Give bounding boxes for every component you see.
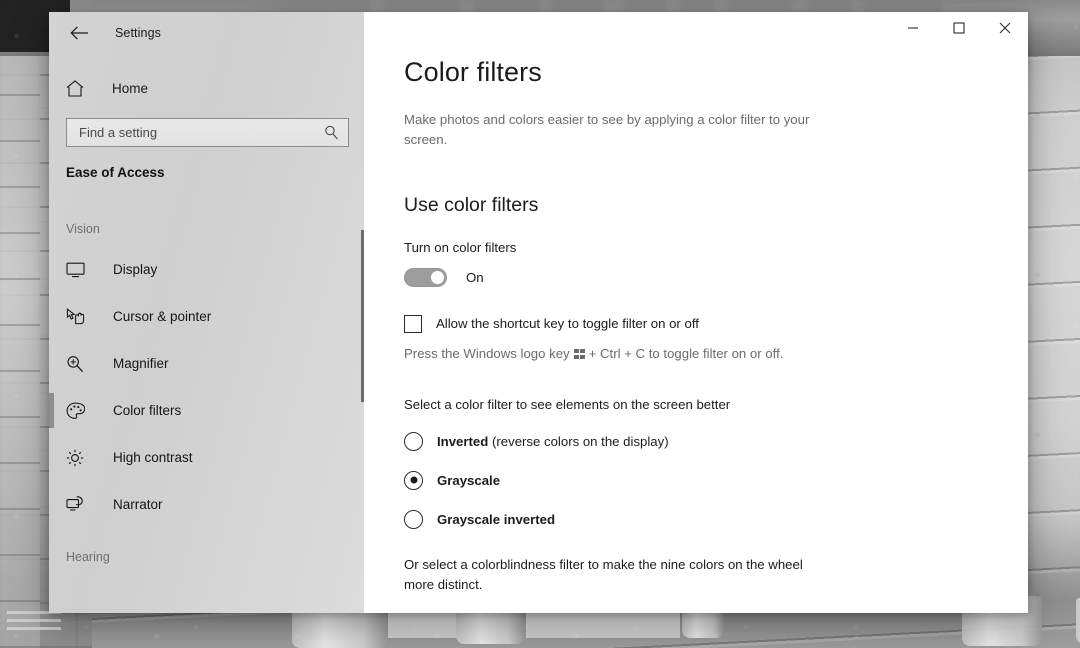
magnifier-icon [66,355,92,373]
shortcut-hint-after: + Ctrl + C to toggle filter on or off. [588,345,784,361]
radio-inverted-label: Inverted (reverse colors on the display) [437,434,669,449]
search-input[interactable] [77,124,324,141]
category-heading: Ease of Access [66,165,165,180]
toggle-knob [431,270,444,284]
sidebar-item-magnifier-label: Magnifier [113,356,169,371]
radio-grayscale-inverted[interactable] [404,509,423,529]
window-title: Settings [115,26,161,40]
minimize-button[interactable] [890,12,936,44]
radio-grayscale-label: Grayscale [437,473,500,488]
radio-option-inverted[interactable]: Inverted (reverse colors on the display) [404,431,988,451]
nav-list: Display Cursor & pointer Magnifier Color… [49,246,364,528]
nav-item-home-label: Home [112,80,149,96]
sidebar-item-magnifier[interactable]: Magnifier [49,340,364,387]
radio-grayscale-name: Grayscale [437,472,501,488]
search-icon[interactable] [324,125,342,140]
shortcut-checkbox-row[interactable]: Allow the shortcut key to toggle filter … [404,314,988,333]
sidebar-item-cursor-pointer[interactable]: Cursor & pointer [49,293,364,340]
nav-group-label-hearing: Hearing [66,550,110,564]
sidebar-item-narrator-label: Narrator [113,497,163,512]
page-description: Make photos and colors easier to see by … [404,112,810,148]
radio-option-grayscale[interactable]: Grayscale [404,470,988,490]
monitor-icon [66,262,92,278]
palette-icon [66,402,92,420]
back-arrow-icon[interactable] [64,20,94,46]
nav-item-home[interactable]: Home [66,73,364,103]
navigation-pane: Settings Home Ease of Access Vision [49,12,364,613]
home-icon [66,79,92,97]
sidebar-item-color-filters-label: Color filters [113,403,182,418]
radio-option-grayscale-inverted[interactable]: Grayscale inverted [404,509,988,529]
nav-titlebar: Settings [49,12,364,54]
shortcut-hint-before: Press the Windows logo key [404,345,570,361]
brightness-icon [66,449,92,467]
radio-grayscale-inverted-name: Grayscale inverted [437,511,556,527]
filter-select-prompt: Select a color filter to see elements on… [404,396,731,412]
settings-window: Settings Home Ease of Access Vision [49,12,1028,613]
sidebar-item-narrator[interactable]: Narrator [49,481,364,528]
windows-logo-icon [573,349,585,360]
nav-group-label-vision: Vision [66,222,100,236]
narrator-icon [66,496,92,513]
sidebar-item-color-filters[interactable]: Color filters [49,387,364,434]
shortcut-checkbox[interactable] [404,314,422,333]
search-box[interactable] [66,118,349,147]
radio-grayscale-inverted-label: Grayscale inverted [437,512,555,527]
radio-grayscale[interactable] [404,470,423,490]
shortcut-checkbox-label: Allow the shortcut key to toggle filter … [436,316,699,332]
window-caption-bar [364,12,1028,56]
toggle-label: Turn on color filters [404,239,517,255]
cursor-pointer-icon [66,308,92,325]
color-filters-toggle[interactable] [404,267,447,287]
content-body: Color filters Make photos and colors eas… [364,57,1028,596]
toggle-state-label: On [466,269,484,285]
sidebar-item-display-label: Display [113,262,158,277]
sidebar-item-high-contrast[interactable]: High contrast [49,434,364,481]
radio-inverted[interactable] [404,431,423,451]
close-button[interactable] [982,12,1028,44]
color-filters-toggle-row: On [404,267,988,287]
maximize-button[interactable] [936,12,982,44]
colorblindness-note: Or select a colorblindness filter to mak… [404,556,803,593]
content-pane: Color filters Make photos and colors eas… [364,12,1028,613]
sidebar-item-high-contrast-label: High contrast [113,450,193,465]
shortcut-hint: Press the Windows logo key + Ctrl + C to… [404,346,988,361]
section-title-use-color-filters: Use color filters [404,193,539,216]
radio-inverted-name: Inverted [437,433,489,449]
radio-inverted-detail: (reverse colors on the display) [488,433,669,449]
sidebar-item-display[interactable]: Display [49,246,364,293]
page-title: Color filters [404,57,542,87]
sidebar-item-cursor-pointer-label: Cursor & pointer [113,309,212,324]
